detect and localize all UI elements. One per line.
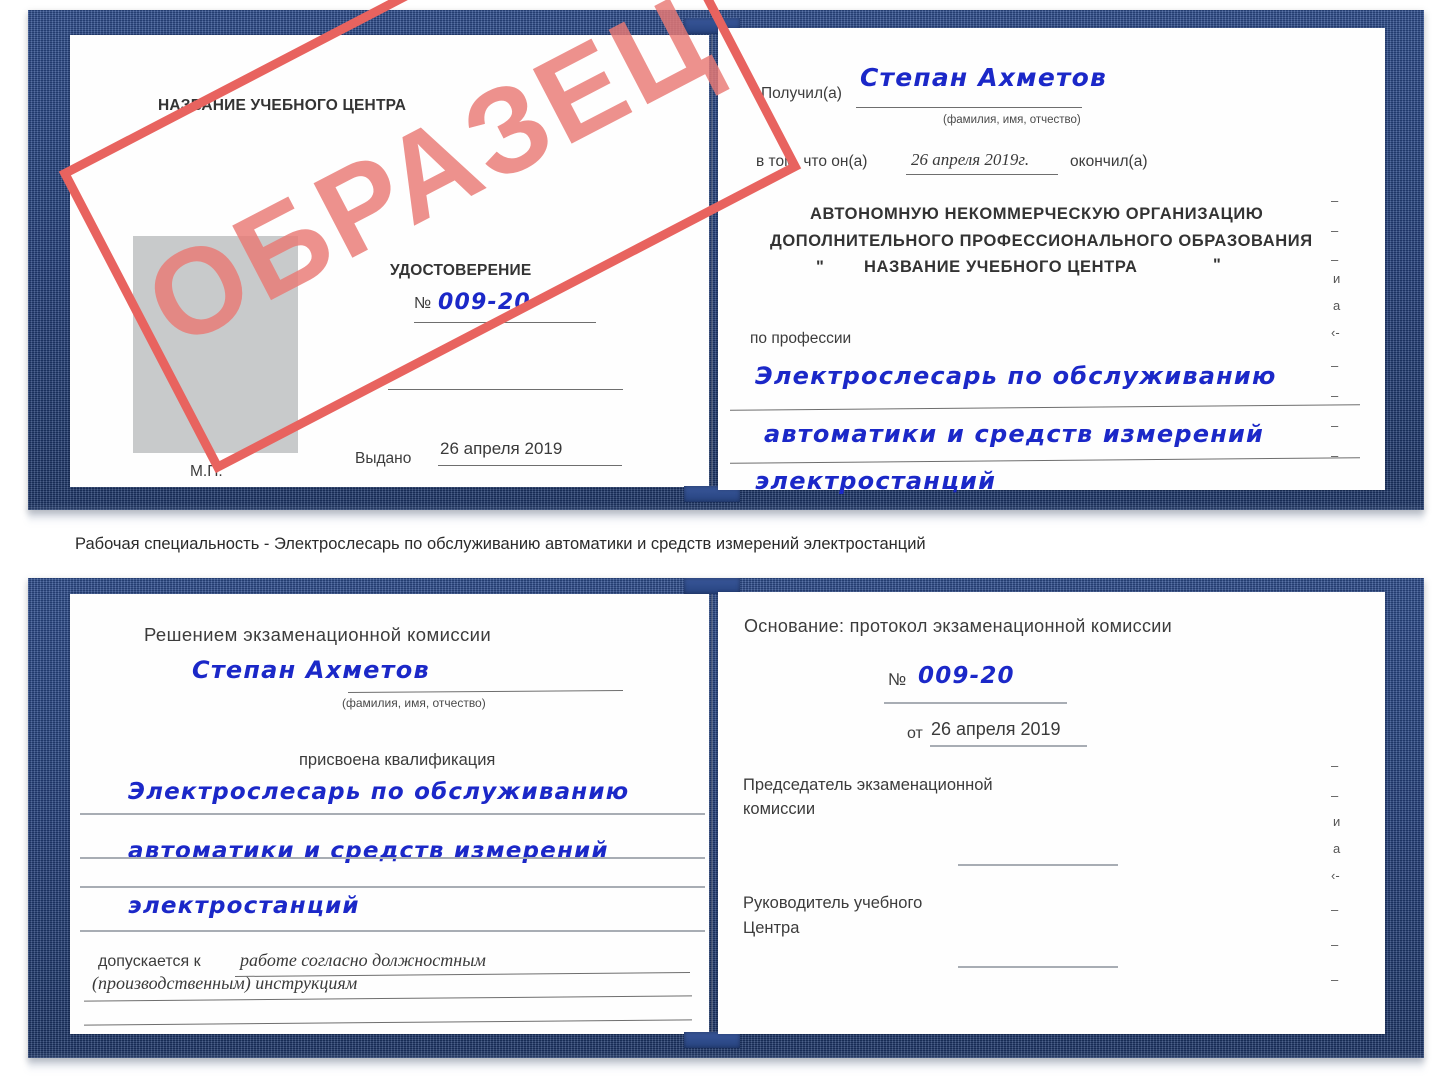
admitted-rule-3 (84, 1019, 692, 1026)
protocol-date-prefix: от (907, 725, 923, 742)
margin-scrap: – (1331, 193, 1339, 208)
certificate-bottom: Решением экзаменационной комиссии Степан… (28, 578, 1424, 1072)
that-he-rule (906, 174, 1058, 175)
seal-label: М.П. (190, 463, 223, 480)
org-quote-open: " (816, 258, 825, 276)
protocol-number-value: 009-20 (918, 663, 1015, 689)
profession-line-3: электростанций (755, 467, 997, 495)
number-rule (414, 322, 596, 323)
org-line-1: АВТОНОМНУЮ НЕКОММЕРЧЕСКУЮ ОРГАНИЗАЦИЮ (810, 205, 1264, 223)
admitted-value-1: работе согласно должностным (240, 950, 486, 970)
margin-scrap: а (1333, 841, 1341, 856)
margin-scrap: – (1331, 902, 1339, 917)
photo-placeholder (133, 236, 298, 453)
profession-line-2: автоматики и средств измерений (764, 420, 1265, 448)
spine-tab-bottom-lower (684, 1032, 740, 1048)
received-rule (856, 107, 1082, 108)
margin-scrap: – (1331, 418, 1339, 433)
blank-rule-1 (388, 389, 623, 390)
margin-scrap: а (1333, 298, 1341, 313)
org-line-2: ДОПОЛНИТЕЛЬНОГО ПРОФЕССИОНАЛЬНОГО ОБРАЗО… (770, 232, 1313, 250)
issued-value: 26 апреля 2019 (440, 439, 563, 458)
basis-label: Основание: протокол экзаменационной коми… (744, 616, 1172, 636)
qualification-line-2: автоматики и средств измерений (128, 838, 609, 864)
chair-line-1: Председатель экзаменационной (743, 776, 993, 794)
finished-label: окончил(а) (1070, 153, 1148, 170)
received-hint: (фамилия, имя, отчество) (943, 114, 1081, 126)
qualification-line-1: Электрослесарь по обслуживанию (128, 779, 630, 805)
margin-scrap: ‹- (1331, 868, 1340, 883)
protocol-date-rule (930, 745, 1087, 747)
page-caption: Рабочая специальность - Электрослесарь п… (75, 535, 926, 553)
margin-scrap: и (1333, 271, 1341, 286)
received-value: Степан Ахметов (860, 63, 1108, 92)
page-top-right: Получил(а) Степан Ахметов (фамилия, имя,… (718, 28, 1385, 495)
protocol-date-value: 26 апреля 2019 (931, 719, 1061, 739)
profession-label: по профессии (750, 330, 852, 347)
profession-line-1: Электрослесарь по обслуживанию (755, 362, 1277, 390)
qualification-rule-1 (80, 813, 705, 815)
margin-scrap: и (1333, 814, 1341, 829)
profession-rule-1 (730, 404, 1360, 411)
page-bottom-left: Решением экзаменационной комиссии Степан… (70, 594, 709, 1034)
cover-shadow-bottom (28, 1056, 1424, 1072)
graduate-name-rule (347, 690, 624, 693)
margin-scrap: – (1331, 223, 1339, 238)
number-value: 009-20 (438, 290, 531, 315)
admitted-label: допускается к (98, 953, 201, 970)
org-quote-close: " (1213, 256, 1222, 274)
org-line-3: НАЗВАНИЕ УЧЕБНОГО ЦЕНТРА (864, 258, 1138, 276)
margin-scrap: – (1331, 448, 1339, 463)
received-label: Получил(а) (761, 85, 842, 102)
chair-line-2: комиссии (743, 800, 816, 818)
qualification-label: присвоена квалификация (299, 751, 496, 769)
margin-scrap: – (1331, 358, 1339, 373)
cover-shadow-top (28, 508, 1424, 524)
profession-rule-2 (730, 457, 1360, 464)
head-signature-rule (958, 966, 1118, 968)
qualification-rule-4 (80, 930, 705, 932)
chair-signature-rule (958, 864, 1118, 866)
document-word: УДОСТОВЕРЕНИЕ (390, 262, 532, 279)
number-prefix: № (414, 295, 432, 312)
qualification-rule-2 (80, 857, 705, 859)
that-he-label: в том, что он(а) (756, 153, 868, 170)
admitted-rule-2 (84, 995, 692, 1002)
qualification-line-3: электростанций (128, 893, 360, 919)
page-top-left: НАЗВАНИЕ УЧЕБНОГО ЦЕНТРА УДОСТОВЕРЕНИЕ №… (70, 35, 709, 487)
margin-scrap: – (1331, 252, 1339, 267)
margin-scrap: ‹- (1331, 325, 1340, 340)
head-line-2: Центра (743, 919, 800, 937)
spine-top (711, 32, 713, 490)
qualification-rule-3 (80, 886, 705, 888)
admitted-value-2: (производственным) инструкциям (92, 973, 358, 993)
issued-label: Выдано (355, 450, 412, 467)
head-line-1: Руководитель учебного (743, 894, 923, 912)
margin-scrap: – (1331, 788, 1339, 803)
graduate-name: Степан Ахметов (192, 656, 430, 684)
margin-scrap: – (1331, 758, 1339, 773)
certificate-top: НАЗВАНИЕ УЧЕБНОГО ЦЕНТРА УДОСТОВЕРЕНИЕ №… (28, 0, 1424, 524)
training-center-title: НАЗВАНИЕ УЧЕБНОГО ЦЕНТРА (158, 97, 407, 114)
decision-label: Решением экзаменационной комиссии (144, 624, 492, 645)
that-he-value: 26 апреля 2019г. (911, 150, 1030, 169)
page-bottom-right: Основание: протокол экзаменационной коми… (718, 592, 1385, 1034)
margin-scrap: – (1331, 972, 1339, 987)
protocol-number-prefix: № (888, 670, 907, 689)
protocol-number-rule (884, 702, 1067, 704)
issued-rule (438, 465, 622, 466)
graduate-name-hint: (фамилия, имя, отчество) (342, 696, 486, 710)
margin-scrap: – (1331, 388, 1339, 403)
margin-scrap: – (1331, 937, 1339, 952)
spine-bottom (711, 592, 713, 1036)
